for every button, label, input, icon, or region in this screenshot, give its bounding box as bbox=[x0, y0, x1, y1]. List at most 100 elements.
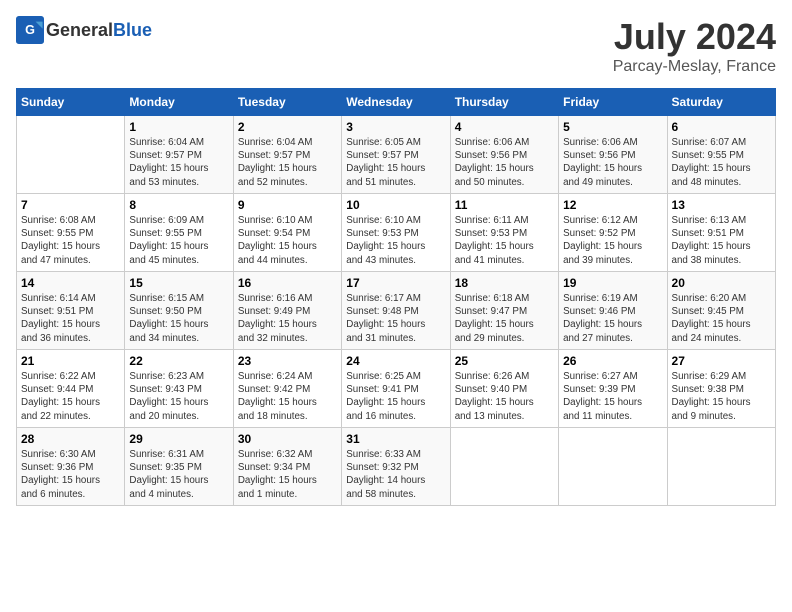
day-number: 20 bbox=[672, 276, 771, 290]
week-row-5: 28 Sunrise: 6:30 AM Sunset: 9:36 PM Dayli… bbox=[17, 428, 776, 506]
day-number: 4 bbox=[455, 120, 554, 134]
day-cell: 9Sunrise: 6:10 AM Sunset: 9:54 PM Daylig… bbox=[233, 194, 341, 272]
day-info: Sunrise: 6:25 AM Sunset: 9:41 PM Dayligh… bbox=[346, 370, 445, 423]
day-cell: 26Sunrise: 6:27 AM Sunset: 9:39 PM Dayli… bbox=[559, 350, 667, 428]
day-number: 27 bbox=[672, 354, 771, 368]
day-number: 22 bbox=[129, 354, 228, 368]
day-info: Sunrise: 6:29 AM Sunset: 9:38 PM Dayligh… bbox=[672, 370, 771, 423]
day-cell: 15Sunrise: 6:15 AM Sunset: 9:50 PM Dayli… bbox=[125, 272, 233, 350]
week-row-3: 14Sunrise: 6:14 AM Sunset: 9:51 PM Dayli… bbox=[17, 272, 776, 350]
day-number: 6 bbox=[672, 120, 771, 134]
day-number: 25 bbox=[455, 354, 554, 368]
day-number: 28 bbox=[21, 432, 120, 446]
day-number: 15 bbox=[129, 276, 228, 290]
day-number: 8 bbox=[129, 198, 228, 212]
day-info: Sunrise: 6:04 AM Sunset: 9:57 PM Dayligh… bbox=[238, 136, 337, 189]
day-info: Sunrise: 6:32 AM Sunset: 9:34 PM Dayligh… bbox=[238, 448, 337, 501]
col-saturday: Saturday bbox=[667, 89, 775, 116]
day-info: Sunrise: 6:26 AM Sunset: 9:40 PM Dayligh… bbox=[455, 370, 554, 423]
day-number: 19 bbox=[563, 276, 662, 290]
day-cell: 30 Sunrise: 6:32 AM Sunset: 9:34 PM Dayli… bbox=[233, 428, 341, 506]
day-number: 26 bbox=[563, 354, 662, 368]
col-monday: Monday bbox=[125, 89, 233, 116]
day-info: Sunrise: 6:18 AM Sunset: 9:47 PM Dayligh… bbox=[455, 292, 554, 345]
day-cell: 4 Sunrise: 6:06 AM Sunset: 9:56 PM Daylig… bbox=[450, 116, 558, 194]
day-number: 17 bbox=[346, 276, 445, 290]
svg-text:G: G bbox=[25, 23, 35, 37]
day-cell: 6 Sunrise: 6:07 AM Sunset: 9:55 PM Daylig… bbox=[667, 116, 775, 194]
location-title: Parcay-Meslay, France bbox=[613, 58, 776, 76]
week-row-4: 21 Sunrise: 6:22 AM Sunset: 9:44 PM Dayli… bbox=[17, 350, 776, 428]
day-cell: 1 Sunrise: 6:04 AM Sunset: 9:57 PM Daylig… bbox=[125, 116, 233, 194]
day-number: 10 bbox=[346, 198, 445, 212]
day-number: 21 bbox=[21, 354, 120, 368]
logo-icon: G bbox=[16, 16, 44, 44]
day-info: Sunrise: 6:05 AM Sunset: 9:57 PM Dayligh… bbox=[346, 136, 445, 189]
day-number: 16 bbox=[238, 276, 337, 290]
day-cell: 18 Sunrise: 6:18 AM Sunset: 9:47 PM Dayli… bbox=[450, 272, 558, 350]
day-cell bbox=[450, 428, 558, 506]
title-section: July 2024 Parcay-Meslay, France bbox=[613, 16, 776, 76]
day-cell: 19 Sunrise: 6:19 AM Sunset: 9:46 PM Dayli… bbox=[559, 272, 667, 350]
day-cell: 27 Sunrise: 6:29 AM Sunset: 9:38 PM Dayli… bbox=[667, 350, 775, 428]
day-info: Sunrise: 6:08 AM Sunset: 9:55 PM Dayligh… bbox=[21, 214, 120, 267]
day-number: 24 bbox=[346, 354, 445, 368]
day-number: 23 bbox=[238, 354, 337, 368]
day-info: Sunrise: 6:06 AM Sunset: 9:56 PM Dayligh… bbox=[563, 136, 662, 189]
day-cell: 21 Sunrise: 6:22 AM Sunset: 9:44 PM Dayli… bbox=[17, 350, 125, 428]
day-info: Sunrise: 6:19 AM Sunset: 9:46 PM Dayligh… bbox=[563, 292, 662, 345]
day-number: 31 bbox=[346, 432, 445, 446]
col-friday: Friday bbox=[559, 89, 667, 116]
logo-text: GeneralBlue bbox=[46, 20, 152, 41]
day-info: Sunrise: 6:10 AM Sunset: 9:53 PM Dayligh… bbox=[346, 214, 445, 267]
calendar-body: 1 Sunrise: 6:04 AM Sunset: 9:57 PM Daylig… bbox=[17, 116, 776, 506]
day-cell: 10 Sunrise: 6:10 AM Sunset: 9:53 PM Dayli… bbox=[342, 194, 450, 272]
col-sunday: Sunday bbox=[17, 89, 125, 116]
day-cell: 20 Sunrise: 6:20 AM Sunset: 9:45 PM Dayli… bbox=[667, 272, 775, 350]
calendar-container: G GeneralBlue July 2024 Parcay-Meslay, F… bbox=[0, 0, 792, 514]
day-number: 30 bbox=[238, 432, 337, 446]
day-cell: 12 Sunrise: 6:12 AM Sunset: 9:52 PM Dayli… bbox=[559, 194, 667, 272]
day-info: Sunrise: 6:30 AM Sunset: 9:36 PM Dayligh… bbox=[21, 448, 120, 501]
day-info: Sunrise: 6:07 AM Sunset: 9:55 PM Dayligh… bbox=[672, 136, 771, 189]
day-number: 12 bbox=[563, 198, 662, 212]
header: G GeneralBlue July 2024 Parcay-Meslay, F… bbox=[16, 16, 776, 76]
day-number: 3 bbox=[346, 120, 445, 134]
header-row: Sunday Monday Tuesday Wednesday Thursday… bbox=[17, 89, 776, 116]
day-info: Sunrise: 6:09 AM Sunset: 9:55 PM Dayligh… bbox=[129, 214, 228, 267]
day-cell: 7 Sunrise: 6:08 AM Sunset: 9:55 PM Daylig… bbox=[17, 194, 125, 272]
day-cell: 2 Sunrise: 6:04 AM Sunset: 9:57 PM Daylig… bbox=[233, 116, 341, 194]
day-info: Sunrise: 6:04 AM Sunset: 9:57 PM Dayligh… bbox=[129, 136, 228, 189]
day-cell: 29 Sunrise: 6:31 AM Sunset: 9:35 PM Dayli… bbox=[125, 428, 233, 506]
day-number: 7 bbox=[21, 198, 120, 212]
day-number: 1 bbox=[129, 120, 228, 134]
day-info: Sunrise: 6:06 AM Sunset: 9:56 PM Dayligh… bbox=[455, 136, 554, 189]
day-cell: 5Sunrise: 6:06 AM Sunset: 9:56 PM Daylig… bbox=[559, 116, 667, 194]
calendar-table: Sunday Monday Tuesday Wednesday Thursday… bbox=[16, 88, 776, 506]
day-info: Sunrise: 6:14 AM Sunset: 9:51 PM Dayligh… bbox=[21, 292, 120, 345]
day-info: Sunrise: 6:13 AM Sunset: 9:51 PM Dayligh… bbox=[672, 214, 771, 267]
day-cell bbox=[667, 428, 775, 506]
day-cell: 8 Sunrise: 6:09 AM Sunset: 9:55 PM Daylig… bbox=[125, 194, 233, 272]
day-info: Sunrise: 6:22 AM Sunset: 9:44 PM Dayligh… bbox=[21, 370, 120, 423]
logo-blue: Blue bbox=[113, 20, 152, 40]
day-number: 2 bbox=[238, 120, 337, 134]
day-cell: 3 Sunrise: 6:05 AM Sunset: 9:57 PM Daylig… bbox=[342, 116, 450, 194]
day-info: Sunrise: 6:11 AM Sunset: 9:53 PM Dayligh… bbox=[455, 214, 554, 267]
day-number: 29 bbox=[129, 432, 228, 446]
day-cell: 25 Sunrise: 6:26 AM Sunset: 9:40 PM Dayli… bbox=[450, 350, 558, 428]
day-cell: 11Sunrise: 6:11 AM Sunset: 9:53 PM Dayli… bbox=[450, 194, 558, 272]
day-cell: 22Sunrise: 6:23 AM Sunset: 9:43 PM Dayli… bbox=[125, 350, 233, 428]
day-number: 9 bbox=[238, 198, 337, 212]
day-info: Sunrise: 6:12 AM Sunset: 9:52 PM Dayligh… bbox=[563, 214, 662, 267]
day-info: Sunrise: 6:31 AM Sunset: 9:35 PM Dayligh… bbox=[129, 448, 228, 501]
day-info: Sunrise: 6:20 AM Sunset: 9:45 PM Dayligh… bbox=[672, 292, 771, 345]
day-info: Sunrise: 6:24 AM Sunset: 9:42 PM Dayligh… bbox=[238, 370, 337, 423]
day-cell: 17Sunrise: 6:17 AM Sunset: 9:48 PM Dayli… bbox=[342, 272, 450, 350]
week-row-2: 7 Sunrise: 6:08 AM Sunset: 9:55 PM Daylig… bbox=[17, 194, 776, 272]
month-title: July 2024 bbox=[613, 16, 776, 58]
day-cell bbox=[17, 116, 125, 194]
day-number: 18 bbox=[455, 276, 554, 290]
day-cell: 24 Sunrise: 6:25 AM Sunset: 9:41 PM Dayli… bbox=[342, 350, 450, 428]
col-wednesday: Wednesday bbox=[342, 89, 450, 116]
